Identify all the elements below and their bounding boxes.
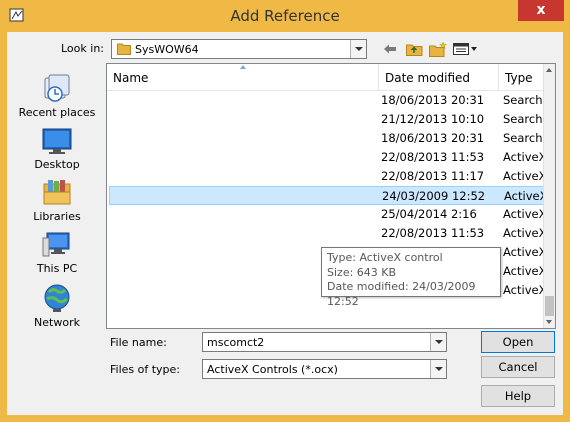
files-of-type-label: Files of type: (110, 363, 181, 376)
dialog-body: Look in: SysWOW64 Recent places Desktop … (7, 32, 563, 415)
column-header-date[interactable]: Date modified (379, 64, 499, 90)
title-bar[interactable]: Add Reference x (0, 0, 570, 32)
place-label: Libraries (33, 210, 81, 223)
table-row[interactable]: connectedsearch-protocol18/06/2013 20:31… (109, 91, 544, 110)
file-date: 18/06/2013 20:31 (381, 93, 485, 107)
place-label: Network (34, 316, 80, 329)
file-list[interactable]: Name Date modified Type connectedsearch-… (106, 63, 556, 329)
this-pc-icon (42, 232, 70, 257)
look-in-value: SysWOW64 (135, 43, 199, 56)
file-date: 25/04/2014 2:16 (381, 207, 477, 221)
table-row[interactable]: connectedsearch-suggestions18/06/2013 20… (109, 129, 544, 148)
vertical-scrollbar[interactable] (543, 64, 555, 328)
up-folder-icon[interactable] (404, 40, 424, 58)
look-in-combo[interactable]: SysWOW64 (111, 39, 367, 59)
open-button[interactable]: Open (481, 331, 555, 353)
file-date: 22/08/2013 11:53 (381, 226, 485, 240)
list-header: Name Date modified Type (107, 64, 544, 91)
scroll-down-icon[interactable] (546, 320, 552, 324)
place-label: Desktop (34, 158, 80, 171)
place-network[interactable]: Network (12, 282, 102, 329)
tooltip-date: Date modified: 24/03/2009 12:52 (327, 280, 476, 308)
tooltip-type: Type: ActiveX control (327, 251, 443, 264)
back-arrow-icon[interactable] (381, 40, 399, 58)
chevron-down-icon[interactable] (430, 360, 446, 378)
recent-places-icon (44, 74, 70, 102)
table-row[interactable]: hhctrl.ocx22/08/2013 11:17ActiveX (109, 167, 546, 186)
place-recent-places[interactable]: Recent places (12, 72, 102, 119)
network-icon (44, 284, 70, 312)
places-bar: Recent places Desktop Libraries This PC … (12, 62, 102, 329)
file-tooltip: Type: ActiveX control Size: 643 KB Date … (321, 247, 501, 308)
place-label: This PC (36, 262, 78, 275)
scroll-thumb[interactable] (545, 296, 554, 316)
close-button[interactable]: x (518, 0, 564, 21)
table-row[interactable]: msdxm.ocx22/08/2013 11:53ActiveX (109, 224, 546, 243)
files-of-type-value: ActiveX Controls (*.ocx) (207, 363, 338, 376)
window-title: Add Reference (230, 7, 340, 25)
desktop-icon (42, 128, 72, 154)
column-header-type[interactable]: Type (499, 64, 544, 90)
table-row[interactable]: MSCOMCTL.OCX25/04/2014 2:16ActiveX (109, 205, 546, 224)
sort-ascending-icon (240, 65, 246, 69)
view-menu-icon[interactable] (452, 40, 478, 58)
chevron-down-icon[interactable] (350, 40, 366, 58)
tooltip-size: Size: 643 KB (327, 265, 397, 279)
file-name-value: mscomct2 (207, 336, 265, 349)
place-libraries[interactable]: Libraries (12, 178, 102, 223)
file-date: 22/08/2013 11:53 (381, 150, 485, 164)
file-name-label: File name: (110, 336, 167, 349)
file-date: 21/12/2013 10:10 (381, 112, 485, 126)
cancel-button[interactable]: Cancel (481, 356, 555, 378)
file-date: 24/03/2009 12:52 (382, 189, 486, 203)
scroll-up-icon[interactable] (546, 68, 552, 72)
files-of-type-select[interactable]: ActiveX Controls (*.ocx) (202, 359, 447, 379)
place-this-pc[interactable]: This PC (12, 230, 102, 275)
look-in-label: Look in: (61, 42, 104, 55)
add-reference-dialog: Add Reference x Look in: SysWOW64 Recent… (0, 0, 570, 422)
folder-icon (117, 43, 131, 55)
libraries-icon (43, 180, 71, 205)
file-name-input[interactable]: mscomct2 (202, 332, 447, 352)
chevron-down-icon[interactable] (430, 333, 446, 351)
place-desktop[interactable]: Desktop (12, 126, 102, 171)
new-folder-icon[interactable] (428, 40, 448, 58)
file-date: 18/06/2013 20:31 (381, 131, 485, 145)
file-date: 22/08/2013 11:17 (381, 169, 485, 183)
place-label: Recent places (18, 106, 96, 119)
table-row[interactable]: dmview.ocx22/08/2013 11:53ActiveX (109, 148, 546, 167)
table-row[interactable]: mscomct2.ocx24/03/2009 12:52ActiveX (109, 186, 547, 205)
table-row[interactable]: connectedsearch-results21/12/2013 10:10S… (109, 110, 544, 129)
help-button[interactable]: Help (481, 385, 555, 407)
